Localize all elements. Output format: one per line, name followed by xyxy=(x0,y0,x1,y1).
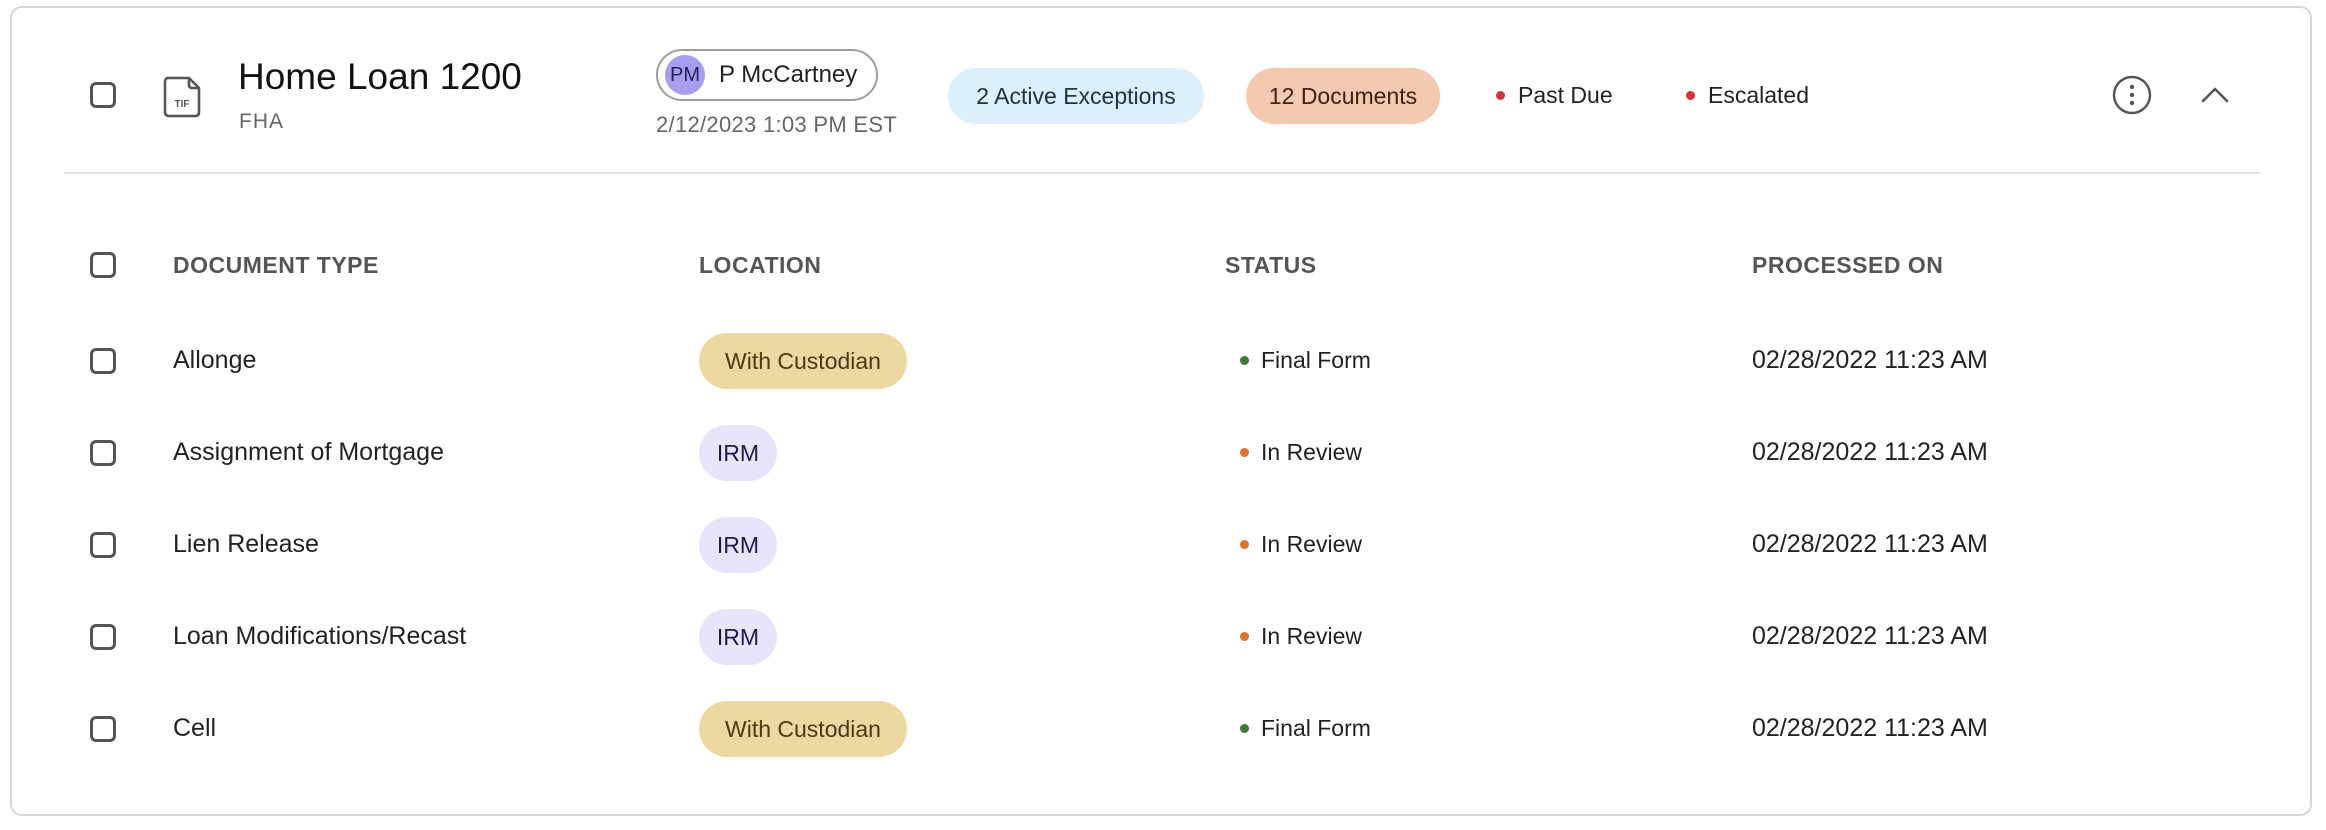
loan-title: Home Loan 1200 xyxy=(238,56,522,97)
file-icon-label: TIF xyxy=(175,99,190,110)
cell-processed-on: 02/28/2022 11:23 AM xyxy=(1752,530,1988,558)
status-indicator: In Review xyxy=(1240,623,1362,650)
status-label: Final Form xyxy=(1261,347,1371,373)
cell-processed-on: 02/28/2022 11:23 AM xyxy=(1752,714,1988,742)
status-dot xyxy=(1240,540,1249,549)
cell-processed-on: 02/28/2022 11:23 AM xyxy=(1752,346,1988,374)
status-indicator: Final Form xyxy=(1240,715,1371,742)
location-badge: IRM xyxy=(699,609,777,665)
flag-label: Past Due xyxy=(1518,82,1613,108)
row-checkbox[interactable] xyxy=(90,440,116,466)
loan-type: FHA xyxy=(239,110,284,133)
select-all-checkbox[interactable] xyxy=(90,252,116,278)
status-indicator: In Review xyxy=(1240,439,1362,466)
column-header-processed-on[interactable]: PROCESSED ON xyxy=(1752,252,1943,279)
avatar: PM xyxy=(665,55,705,95)
documents-badge[interactable]: 12 Documents xyxy=(1246,68,1440,124)
exceptions-badge[interactable]: 2 Active Exceptions xyxy=(948,68,1204,124)
status-indicator: In Review xyxy=(1240,531,1362,558)
cell-processed-on: 02/28/2022 11:23 AM xyxy=(1752,622,1988,650)
column-header-location[interactable]: LOCATION xyxy=(699,252,821,279)
status-label: Final Form xyxy=(1261,715,1371,741)
status-dot xyxy=(1240,632,1249,641)
flag-escalated: Escalated xyxy=(1686,82,1809,109)
row-checkbox[interactable] xyxy=(90,348,116,374)
status-dot xyxy=(1240,448,1249,457)
flag-dot xyxy=(1686,91,1695,100)
location-badge: IRM xyxy=(699,517,777,573)
status-label: In Review xyxy=(1261,439,1362,465)
chevron-up-icon[interactable] xyxy=(2198,80,2232,110)
cell-document-type[interactable]: Loan Modifications/Recast xyxy=(173,622,466,651)
location-badge: With Custodian xyxy=(699,701,907,757)
more-vertical-icon[interactable] xyxy=(2112,75,2152,115)
file-icon: TIF xyxy=(161,76,203,118)
column-header-document-type[interactable]: DOCUMENT TYPE xyxy=(173,252,379,279)
cell-document-type[interactable]: Lien Release xyxy=(173,530,319,559)
flag-dot xyxy=(1496,91,1505,100)
assignee-name: P McCartney xyxy=(719,61,858,88)
assignee-chip[interactable]: PM P McCartney xyxy=(656,49,878,101)
assigned-timestamp: 2/12/2023 1:03 PM EST xyxy=(656,112,898,137)
column-header-status[interactable]: STATUS xyxy=(1225,252,1317,279)
row-checkbox[interactable] xyxy=(90,716,116,742)
cell-document-type[interactable]: Allonge xyxy=(173,346,256,375)
row-checkbox[interactable] xyxy=(90,624,116,650)
location-badge: IRM xyxy=(699,425,777,481)
flag-label: Escalated xyxy=(1708,82,1810,108)
cell-document-type[interactable]: Cell xyxy=(173,714,216,743)
header-divider xyxy=(64,172,2260,174)
status-indicator: Final Form xyxy=(1240,347,1371,374)
flag-past-due: Past Due xyxy=(1496,82,1613,109)
loan-select-checkbox[interactable] xyxy=(90,82,116,108)
status-label: In Review xyxy=(1261,531,1362,557)
status-label: In Review xyxy=(1261,623,1362,649)
loan-card xyxy=(10,6,2312,816)
status-dot xyxy=(1240,356,1249,365)
status-dot xyxy=(1240,724,1249,733)
cell-document-type[interactable]: Assignment of Mortgage xyxy=(173,438,444,467)
location-badge: With Custodian xyxy=(699,333,907,389)
cell-processed-on: 02/28/2022 11:23 AM xyxy=(1752,438,1988,466)
row-checkbox[interactable] xyxy=(90,532,116,558)
